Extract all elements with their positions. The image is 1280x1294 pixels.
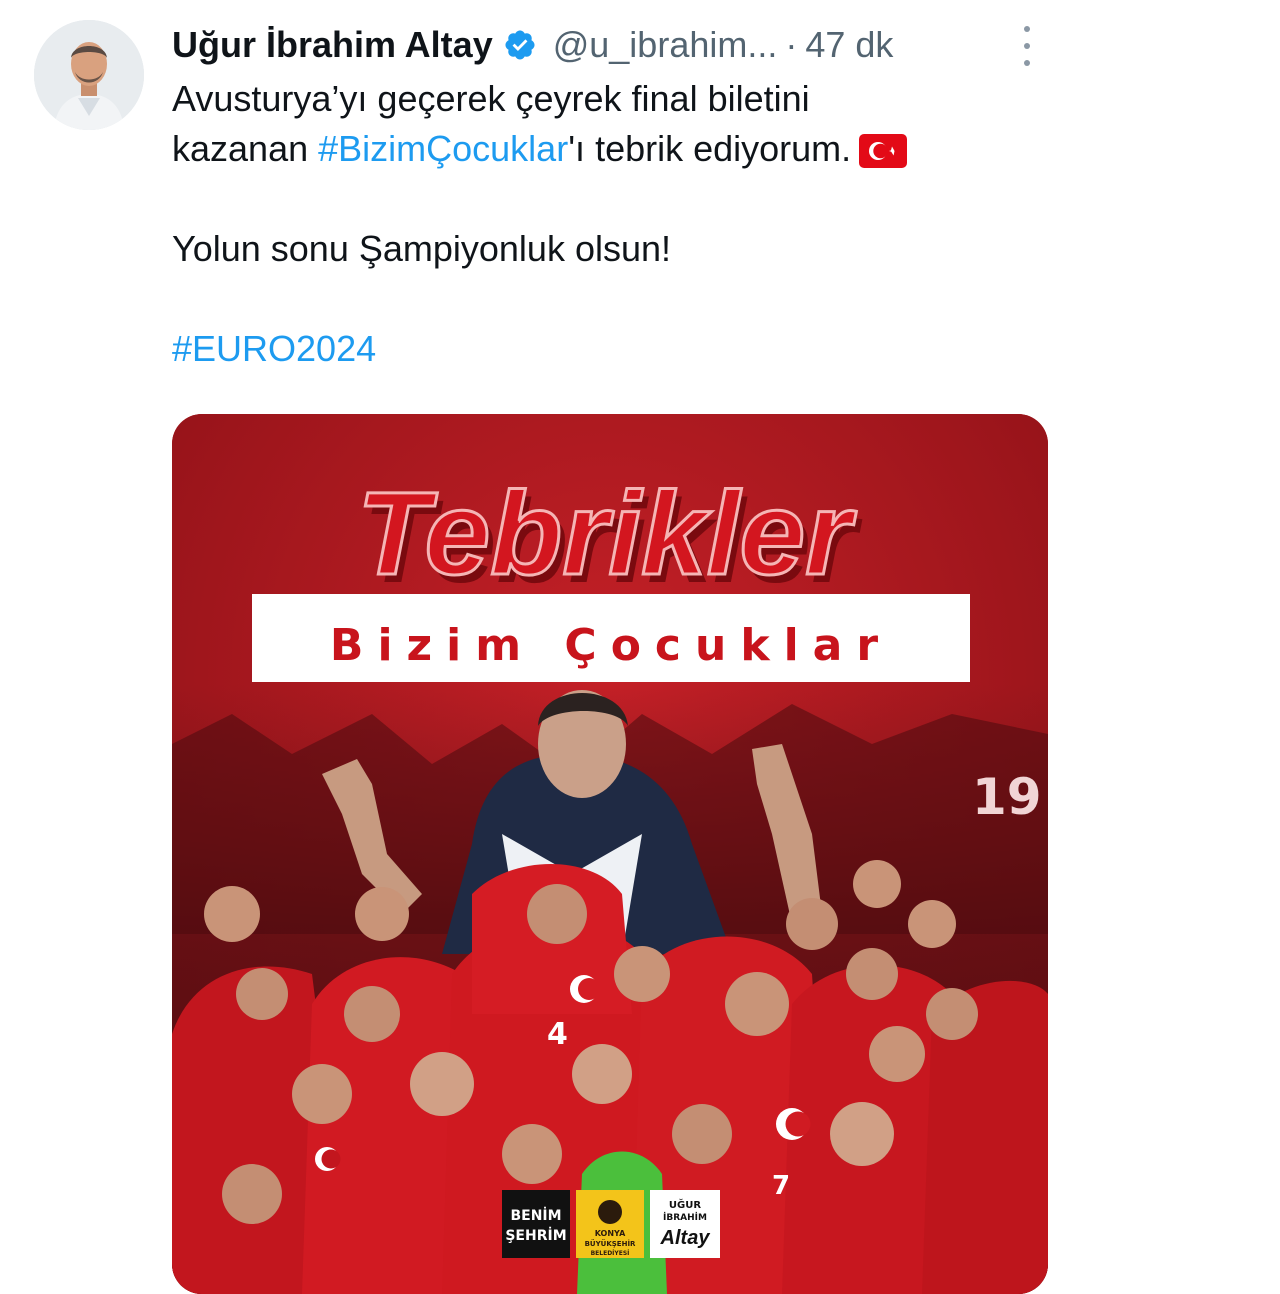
hashtag-euro2024-link[interactable]: #EURO2024: [172, 324, 1072, 374]
logo-konya-text: KONYA: [595, 1229, 626, 1238]
tweet-text-line-1: Avusturya’yı geçerek çeyrek final bileti…: [172, 78, 810, 119]
tweet-header: Uğur İbrahim Altay @u_ibrahim... · 47 dk: [172, 18, 893, 72]
verified-badge-icon: [505, 30, 535, 60]
text-segment: kazanan: [172, 128, 319, 169]
avatar-image: [34, 20, 144, 130]
author-avatar[interactable]: [34, 20, 144, 130]
tweet-text-line-3: Yolun sonu Şampiyonluk olsun!: [172, 228, 672, 269]
hashtag-bizimcocuklar-link[interactable]: #BizimÇocuklar: [318, 128, 568, 169]
author-name[interactable]: Uğur İbrahim Altay: [172, 24, 493, 66]
author-handle[interactable]: @u_ibrahim...: [553, 24, 778, 66]
turkey-flag-icon: [859, 134, 908, 169]
text-segment: 'ı tebrik ediyorum.: [568, 128, 852, 169]
poster-graphic: Tebrikler Tebrikler Bizim Çocuklar 4 19 …: [172, 414, 1048, 1294]
logo-benim-sehrim-text: ŞEHRİM: [505, 1227, 566, 1244]
separator-dot: ·: [785, 24, 798, 65]
poster-subheadline: Bizim Çocuklar: [330, 620, 892, 671]
logo-ugur-ibrahim-altay: UĞUR İBRAHİM Altay: [650, 1190, 720, 1258]
logo-benim-sehrim: BENİM ŞEHRİM: [502, 1190, 570, 1258]
jersey-number: 7: [772, 1171, 790, 1201]
poster-headline: Tebrikler: [357, 468, 857, 600]
logo-altay-text: UĞUR: [669, 1198, 701, 1211]
tweet-media-image[interactable]: Tebrikler Tebrikler Bizim Çocuklar 4 19 …: [172, 414, 1048, 1294]
tweet-timestamp[interactable]: 47 dk: [805, 24, 893, 66]
logo-konya-text: BÜYÜKŞEHİR: [585, 1239, 636, 1248]
jersey-number: 4: [547, 1017, 568, 1052]
logo-altay-signature: Altay: [660, 1227, 711, 1249]
logo-konya-buyuksehir: KONYA BÜYÜKŞEHİR BELEDİYESİ: [576, 1190, 644, 1258]
more-options-icon[interactable]: [1012, 26, 1042, 66]
logo-altay-text: İBRAHİM: [663, 1212, 707, 1223]
logo-benim-sehrim-text: BENİM: [510, 1207, 561, 1224]
logo-konya-text: BELEDİYESİ: [591, 1250, 630, 1257]
tweet-text-line-2: kazanan #BizimÇocuklar'ı tebrik ediyorum…: [172, 124, 1072, 174]
jersey-number: 19: [972, 768, 1042, 826]
tweet-text: Avusturya’yı geçerek çeyrek final bileti…: [172, 74, 1072, 374]
